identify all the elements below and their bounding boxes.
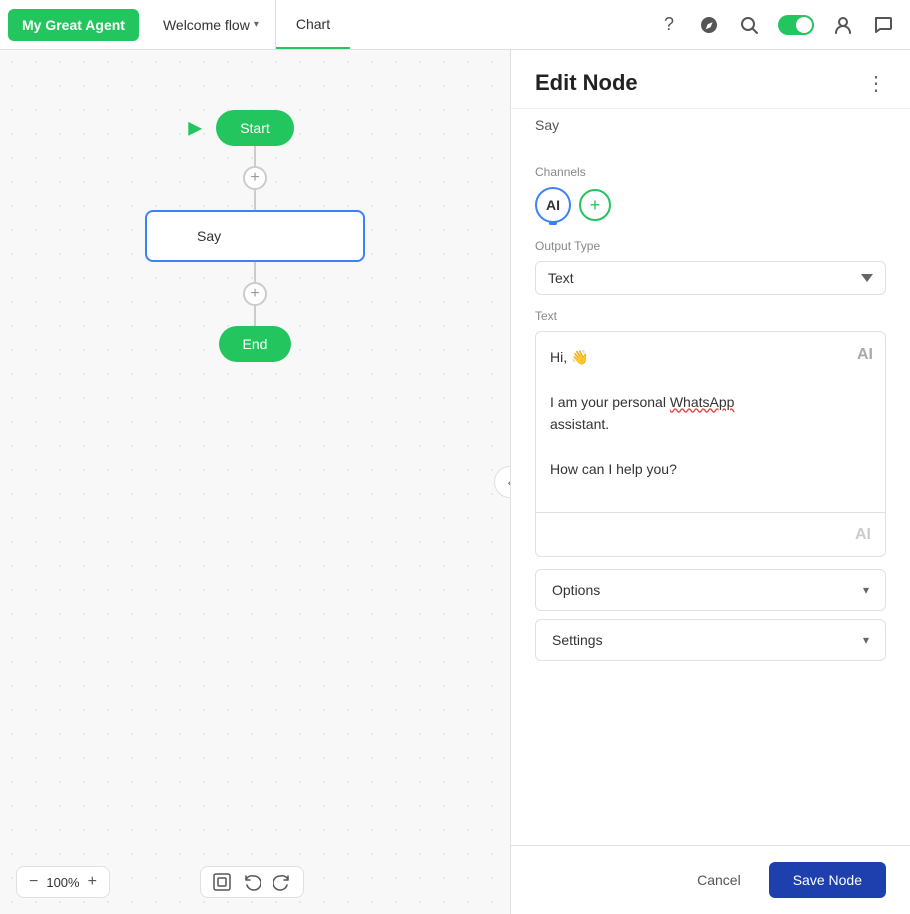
add-channel-btn[interactable]: + xyxy=(579,189,611,221)
start-node-wrapper: ▶ Start xyxy=(216,110,294,146)
settings-label: Settings xyxy=(552,632,603,648)
cancel-button[interactable]: Cancel xyxy=(681,862,757,898)
start-node[interactable]: Start xyxy=(216,110,294,146)
zoom-out-btn[interactable]: − xyxy=(29,873,38,891)
connector-2: + xyxy=(243,262,267,326)
ai-icon-top: AI xyxy=(857,342,873,368)
save-node-button[interactable]: Save Node xyxy=(769,862,886,898)
output-type-label: Output Type xyxy=(535,239,886,253)
panel-header: Edit Node ⋮ xyxy=(511,50,910,109)
zoom-in-btn[interactable]: + xyxy=(88,873,97,891)
chat-icon[interactable] xyxy=(872,14,894,36)
text-content-area[interactable]: AI Hi, 👋 I am your personal WhatsApp ass… xyxy=(536,332,885,512)
say-node[interactable]: Say xyxy=(145,210,365,262)
settings-header[interactable]: Settings ▾ xyxy=(536,620,885,660)
chart-tab[interactable]: Chart xyxy=(276,0,350,49)
toggle-switch[interactable] xyxy=(778,15,814,35)
ai-icon-bottom: AI xyxy=(855,526,871,544)
user-icon[interactable] xyxy=(832,14,854,36)
connector-1: + xyxy=(243,146,267,210)
text-section-label: Text xyxy=(535,309,886,323)
settings-section: Settings ▾ xyxy=(535,619,886,661)
zoom-toolbar: − 100% + xyxy=(16,866,110,898)
main-area: ▶ Start + Say + End ‹ − 100 xyxy=(0,50,910,914)
header-icons: ? xyxy=(642,14,910,36)
canvas-area[interactable]: ▶ Start + Say + End ‹ − 100 xyxy=(0,50,510,914)
flow-line-3 xyxy=(254,262,256,282)
flow-container: ▶ Start + Say + End xyxy=(145,110,365,362)
zoom-level: 100% xyxy=(46,875,79,890)
options-label: Options xyxy=(552,582,600,598)
ai-channel-badge[interactable]: AI xyxy=(535,187,571,223)
options-chevron-icon: ▾ xyxy=(863,583,869,597)
text-line-1: Hi, 👋 xyxy=(550,346,871,368)
chevron-down-icon: ▾ xyxy=(254,19,259,30)
flow-line-2 xyxy=(254,190,256,210)
channels-row: AI + xyxy=(535,187,886,223)
flow-line-4 xyxy=(254,306,256,326)
text-area-wrapper: AI Hi, 👋 I am your personal WhatsApp ass… xyxy=(535,331,886,557)
flow-label: Welcome flow xyxy=(163,17,250,33)
canvas-tools xyxy=(200,866,304,898)
flow-line-1 xyxy=(254,146,256,166)
redo-btn[interactable] xyxy=(273,873,291,891)
panel-menu-btn[interactable]: ⋮ xyxy=(866,71,886,96)
play-icon: ▶ xyxy=(188,118,202,139)
whatsapp-text: WhatsApp xyxy=(670,394,735,410)
compass-icon[interactable] xyxy=(698,14,720,36)
add-node-btn-1[interactable]: + xyxy=(243,166,267,190)
search-icon[interactable] xyxy=(738,14,760,36)
options-header[interactable]: Options ▾ xyxy=(536,570,885,610)
text-line-4: How can I help you? xyxy=(550,458,871,480)
flow-selector[interactable]: Welcome flow ▾ xyxy=(147,0,276,49)
add-node-btn-2[interactable]: + xyxy=(243,282,267,306)
agent-button[interactable]: My Great Agent xyxy=(8,9,139,41)
undo-btn[interactable] xyxy=(243,873,261,891)
end-node[interactable]: End xyxy=(219,326,292,362)
ai-badge-text: AI xyxy=(546,197,560,213)
app-header: My Great Agent Welcome flow ▾ Chart ? xyxy=(0,0,910,50)
panel-body: Channels AI + Output Type Text Image Aud… xyxy=(511,149,910,845)
chart-tab-label: Chart xyxy=(296,16,330,32)
text-line-2: I am your personal WhatsApp xyxy=(550,391,871,413)
help-icon[interactable]: ? xyxy=(658,14,680,36)
settings-chevron-icon: ▾ xyxy=(863,633,869,647)
fit-view-btn[interactable] xyxy=(213,873,231,891)
options-section: Options ▾ xyxy=(535,569,886,611)
edit-panel: Edit Node ⋮ Say Channels AI + Output Typ… xyxy=(510,50,910,914)
panel-title: Edit Node xyxy=(535,70,638,96)
panel-subtitle: Say xyxy=(511,109,910,149)
text-line-3: assistant. xyxy=(550,413,871,435)
text-input-bottom[interactable]: AI xyxy=(536,512,885,556)
channels-label: Channels xyxy=(535,165,886,179)
output-type-select[interactable]: Text Image Audio xyxy=(535,261,886,295)
panel-footer: Cancel Save Node xyxy=(511,845,910,914)
